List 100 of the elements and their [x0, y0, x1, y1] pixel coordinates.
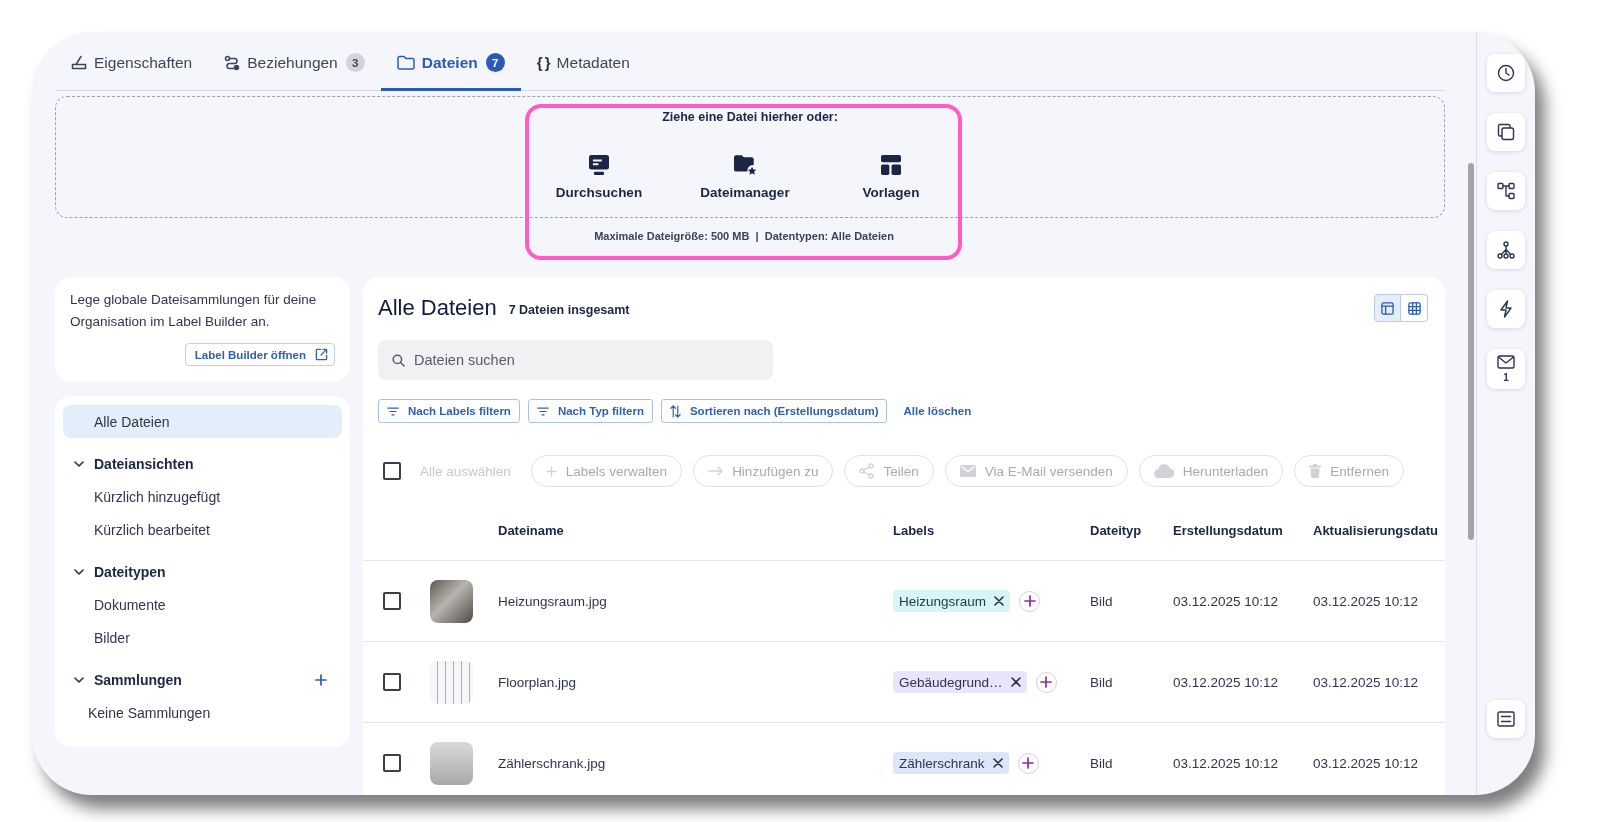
upload-limits-text: Maximale Dateigröße: 500 MB | Datentypen: Alle Dateien: [594, 229, 894, 243]
external-link-icon: [315, 348, 328, 361]
column-header: Erstellungsdatum: [1173, 522, 1284, 538]
section-toggle[interactable]: Dateiansichten: [74, 455, 194, 472]
drop-prompt: Ziehe eine Datei hierher oder:: [662, 110, 838, 125]
list-icon: [1497, 711, 1515, 727]
close-icon[interactable]: [992, 758, 1003, 768]
copy-icon: [1497, 123, 1515, 141]
column-header: Labels: [893, 522, 936, 538]
table-cell: Floorplan.jpg: [498, 675, 577, 690]
column-header: Dateityp: [1090, 522, 1143, 538]
chevron-down-icon[interactable]: [74, 568, 84, 575]
tray-icon: [71, 55, 87, 70]
arrow-right-icon: [708, 465, 724, 477]
filter-button[interactable]: Nach Labels filtern: [378, 399, 520, 423]
add-label-button[interactable]: [1019, 590, 1041, 612]
checkbox[interactable]: [383, 754, 401, 772]
grid-view-button[interactable]: [1401, 294, 1428, 322]
rail-button[interactable]: [1487, 54, 1525, 92]
label-builder-button[interactable]: Label Builder öffnen: [184, 343, 335, 366]
table-layout-icon: [1381, 301, 1394, 315]
tab[interactable]: { } Metadaten: [520, 32, 646, 91]
nav-item[interactable]: Kürzlich hinzugefügt: [63, 480, 342, 513]
file-count: 7 Dateien insgesamt: [508, 302, 630, 317]
label-text: Heizungsraum: [899, 593, 987, 609]
clear-filters-link[interactable]: Alle löschen: [903, 405, 972, 417]
search-icon: [392, 354, 405, 367]
page-title: Alle Dateien: [378, 295, 497, 321]
trash-icon: [1309, 464, 1322, 478]
info-text: Lege globale Dateisammlungen für deine Organisation im Label Builder an.: [70, 291, 318, 331]
hierarchy-icon: [1497, 182, 1515, 200]
column-header: Dateiname: [498, 522, 565, 538]
close-icon[interactable]: [1010, 677, 1021, 687]
sort-button[interactable]: Sortieren nach (Erstellungsdatum): [660, 399, 888, 423]
scrollbar-thumb[interactable]: [1468, 163, 1474, 540]
checkbox[interactable]: [383, 592, 401, 610]
nav-item[interactable]: Bilder: [63, 621, 342, 654]
table-cell: 03.12.2025 10:12: [1313, 594, 1419, 609]
table-cell: 03.12.2025 10:12: [1313, 675, 1419, 690]
rail-button[interactable]: [1487, 113, 1525, 151]
filter-button[interactable]: Nach Typ filtern: [527, 399, 653, 423]
photo-placeholder: [430, 579, 473, 623]
nav-item[interactable]: Alle Dateien: [63, 405, 342, 438]
label-text: Gebäudegrund…: [899, 674, 1003, 690]
checkbox[interactable]: [383, 673, 401, 691]
sort-icon: [669, 404, 681, 418]
braces-icon: { }: [536, 54, 550, 71]
chevron-down-icon[interactable]: [74, 676, 84, 683]
nav-item[interactable]: Dokumente: [63, 588, 342, 621]
mail-icon: [1497, 355, 1515, 369]
empty-text: Keine Sammlungen: [87, 703, 212, 723]
rail-button[interactable]: 1: [1487, 349, 1525, 389]
photo-placeholder: [430, 660, 473, 704]
drop-area[interactable]: Ziehe eine Datei hierher oder: Durchsuchen Dateimanager Vorlagen: [55, 96, 1445, 218]
table-cell: Zählerschrank.jpg: [498, 756, 606, 771]
route-icon: [224, 54, 241, 71]
clock-icon: [1497, 64, 1515, 82]
table-cell: Heizungsraum.jpg: [498, 594, 607, 609]
rail-button[interactable]: [1487, 700, 1525, 738]
table-view-button[interactable]: [1374, 294, 1401, 322]
close-icon[interactable]: [994, 596, 1005, 606]
folder-star-icon: [733, 155, 757, 175]
section-toggle[interactable]: Sammlungen: [74, 671, 182, 688]
tab[interactable]: Dateien 7: [380, 32, 521, 91]
add-label-button[interactable]: [1035, 671, 1057, 693]
upload-option-button[interactable]: Vorlagen: [818, 155, 964, 200]
plus-icon[interactable]: [315, 673, 327, 686]
chevron-down-icon[interactable]: [74, 460, 84, 467]
rail-button[interactable]: [1487, 290, 1525, 328]
envelope-icon: [959, 465, 976, 477]
tab[interactable]: Beziehungen 3: [208, 32, 381, 91]
rail-button[interactable]: [1487, 172, 1525, 210]
plus-icon: [1022, 757, 1035, 769]
share-icon: [859, 463, 875, 479]
table-cell: 03.12.2025 10:12: [1173, 675, 1279, 690]
plus-icon: [1040, 676, 1053, 688]
table-cell: 03.12.2025 10:12: [1173, 756, 1279, 771]
search-field[interactable]: Dateien suchen: [378, 340, 773, 380]
table-cell: 03.12.2025 10:12: [1173, 594, 1279, 609]
grid-icon: [1407, 301, 1421, 315]
nav-item[interactable]: Kürzlich bearbeitet: [63, 513, 342, 546]
table-cell: 03.12.2025 10:12: [1313, 756, 1419, 771]
filter-icon: [536, 406, 549, 416]
network-icon: [1497, 241, 1515, 259]
photo-placeholder: [430, 741, 473, 785]
upload-option-button[interactable]: Dateimanager: [672, 155, 818, 200]
table-cell: Bild: [1090, 594, 1113, 609]
plus-icon: [1023, 595, 1036, 607]
rail-button[interactable]: [1487, 231, 1525, 269]
count-badge: 7: [485, 53, 505, 72]
add-label-button[interactable]: [1017, 752, 1039, 774]
monitor-icon: [589, 155, 609, 175]
upload-option-button[interactable]: Durchsuchen: [526, 155, 672, 200]
layout-icon: [881, 155, 901, 175]
cloud-icon: [1153, 464, 1174, 478]
section-toggle[interactable]: Dateitypen: [74, 563, 166, 580]
lightning-icon: [1499, 300, 1513, 318]
folder-icon: [396, 55, 415, 70]
label-text: Zählerschrank: [899, 755, 985, 771]
tab[interactable]: Eigenschaften: [55, 32, 209, 91]
